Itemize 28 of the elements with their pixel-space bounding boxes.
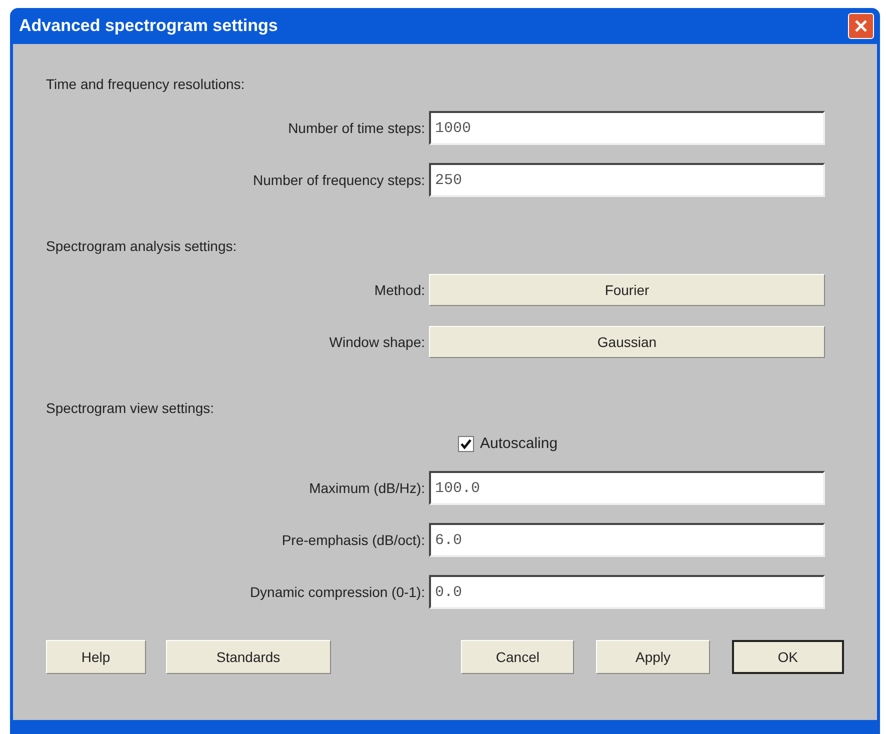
input-field[interactable]: 250 [429,163,825,197]
dialog-button[interactable]: Apply [596,640,710,674]
close-icon [854,19,868,33]
field-label: Method: [373,280,426,300]
close-button[interactable] [848,13,874,39]
checkmark-icon [460,438,472,450]
checkbox[interactable] [458,436,474,452]
input-field[interactable]: 1000 [429,111,825,145]
field-label: Maximum (dB/Hz): [308,478,426,498]
dialog-button[interactable]: Cancel [461,640,574,674]
section-heading: Spectrogram view settings: [46,398,214,418]
field-label: Dynamic compression (0-1): [248,582,426,602]
input-field[interactable]: 100.0 [429,471,825,505]
section-heading: Spectrogram analysis settings: [46,236,237,256]
dropdown-button[interactable]: Gaussian [429,326,825,358]
input-field[interactable]: 0.0 [429,575,825,609]
dialog-button[interactable]: Help [46,640,146,674]
field-label: Number of time steps: [287,118,426,138]
input-field[interactable]: 6.0 [429,523,825,557]
window-title: Advanced spectrogram settings [19,15,278,38]
field-label: Number of frequency steps: [252,170,426,190]
dialog-button[interactable]: OK [732,640,844,674]
checkbox-label[interactable]: Autoscaling [480,432,558,456]
field-label: Pre-emphasis (dB/oct): [280,530,426,550]
dropdown-button[interactable]: Fourier [429,274,825,306]
section-heading: Time and frequency resolutions: [46,74,245,94]
field-label: Window shape: [328,332,426,352]
dialog-button[interactable]: Standards [166,640,332,674]
